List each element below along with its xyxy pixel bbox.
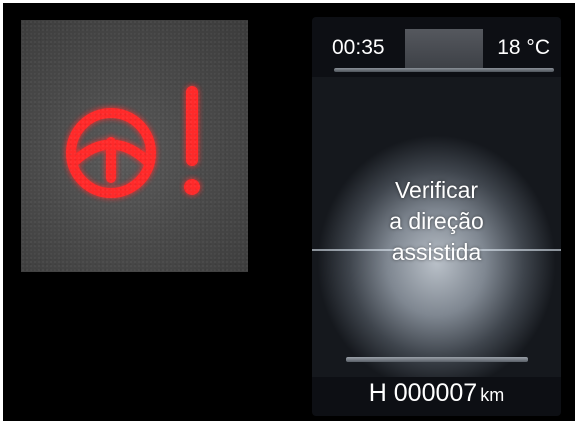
instrument-cluster-display: 00:35 18 °C Verificar a direção assistid… bbox=[312, 17, 561, 416]
odometer-prefix: H bbox=[368, 379, 387, 407]
odometer: H 000007 km bbox=[312, 379, 561, 408]
exclamation-dot bbox=[184, 179, 200, 195]
status-bar-center-box bbox=[405, 29, 483, 69]
photo-frame: 00:35 18 °C Verificar a direção assistid… bbox=[3, 3, 575, 421]
warning-message-line-2: a direção bbox=[389, 208, 484, 234]
warning-lamp-photo bbox=[21, 20, 248, 272]
warning-message-line-3: assistida bbox=[391, 239, 482, 265]
status-bar-divider bbox=[334, 68, 554, 72]
outside-temperature: 18 °C bbox=[497, 36, 550, 59]
steering-wheel-spoke bbox=[70, 139, 152, 166]
steering-wheel-rim bbox=[66, 108, 156, 198]
warning-message-line-1: Verificar bbox=[394, 177, 479, 203]
warning-message: Verificar a direção assistida bbox=[312, 175, 561, 268]
clock-readout: 00:35 bbox=[332, 36, 385, 59]
status-bar: 00:35 18 °C bbox=[320, 21, 556, 72]
bottom-divider bbox=[346, 357, 528, 362]
odometer-value: 000007 bbox=[393, 379, 478, 407]
odometer-unit: km bbox=[480, 385, 505, 405]
power-steering-warning-icon bbox=[66, 86, 200, 198]
